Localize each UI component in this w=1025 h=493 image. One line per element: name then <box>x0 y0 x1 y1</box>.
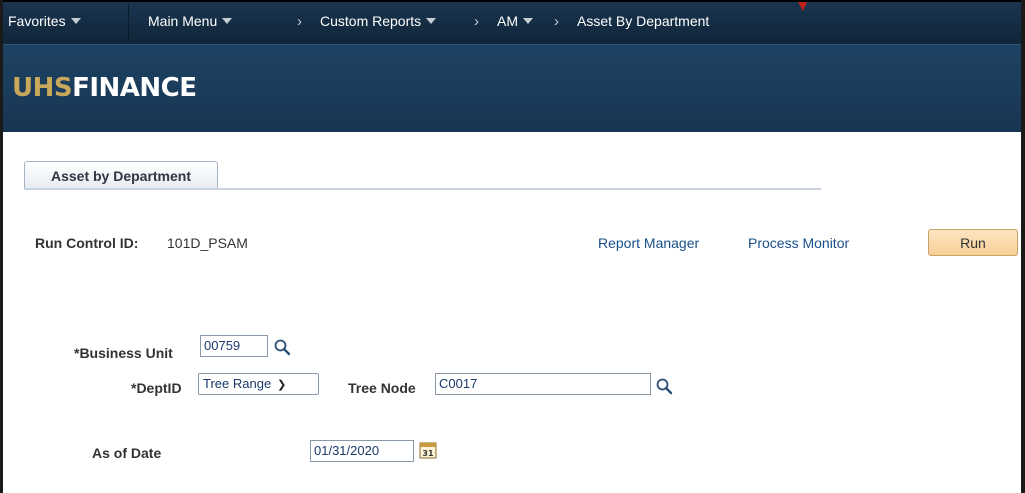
am-label: AM <box>497 13 518 29</box>
as-of-date-label: As of Date <box>92 445 162 461</box>
run-button[interactable]: Run <box>928 229 1018 256</box>
tree-node-input[interactable]: C0017 <box>435 373 651 395</box>
window-frame-right <box>1021 0 1025 493</box>
deptid-selected-value: Tree Range <box>203 376 272 391</box>
breadcrumb-asset-by-department[interactable]: Asset By Department <box>577 2 709 44</box>
breadcrumb-separator-icon: › <box>297 13 302 30</box>
tree-node-label: Tree Node <box>348 380 416 396</box>
asset-by-department-label: Asset By Department <box>577 13 710 29</box>
process-monitor-link[interactable]: Process Monitor <box>748 235 849 251</box>
favorites-label: Favorites <box>8 13 66 29</box>
tab-asset-by-department[interactable]: Asset by Department <box>24 161 218 188</box>
chevron-down-icon: ❯ <box>277 379 287 391</box>
favorites-menu[interactable]: Favorites <box>8 2 81 44</box>
search-icon[interactable] <box>655 377 673 395</box>
calendar-icon[interactable]: 31 <box>419 441 437 459</box>
top-nav-bar: Favorites Main Menu › Custom Reports › A… <box>0 0 1025 44</box>
chevron-down-icon <box>70 18 81 24</box>
search-icon[interactable] <box>273 338 291 356</box>
uhs-finance-logo: UHSFINANCE <box>12 73 197 103</box>
nav-divider <box>128 4 129 40</box>
tab-underline <box>24 188 821 190</box>
report-manager-link[interactable]: Report Manager <box>598 235 699 251</box>
red-arrow-mark-icon <box>798 2 807 11</box>
window-frame-left <box>0 0 3 493</box>
logo-finance: FINANCE <box>72 73 197 103</box>
deptid-select[interactable]: Tree Range ❯ <box>198 373 319 395</box>
custom-reports-label: Custom Reports <box>320 13 422 29</box>
deptid-label: *DeptID <box>131 380 182 396</box>
main-menu-label: Main Menu <box>148 13 218 29</box>
business-unit-label: *Business Unit <box>74 345 173 361</box>
breadcrumb-am[interactable]: AM <box>497 2 533 44</box>
breadcrumb-separator-icon: › <box>554 13 559 30</box>
breadcrumb-separator-icon: › <box>474 13 479 30</box>
header-banner: UHSFINANCE <box>0 44 1025 132</box>
breadcrumb-custom-reports[interactable]: Custom Reports <box>320 2 437 44</box>
logo-uhs: UHS <box>12 73 73 103</box>
chevron-down-icon <box>523 18 533 24</box>
as-of-date-input[interactable]: 01/31/2020 <box>310 440 414 462</box>
business-unit-input[interactable]: 00759 <box>200 335 268 357</box>
calendar-day-text: 31 <box>422 449 434 458</box>
chevron-down-icon <box>222 18 233 24</box>
main-menu[interactable]: Main Menu <box>148 2 233 44</box>
chevron-down-icon <box>426 18 437 24</box>
run-control-id-label: Run Control ID: <box>35 235 139 251</box>
run-control-id-value: 101D_PSAM <box>167 235 248 251</box>
